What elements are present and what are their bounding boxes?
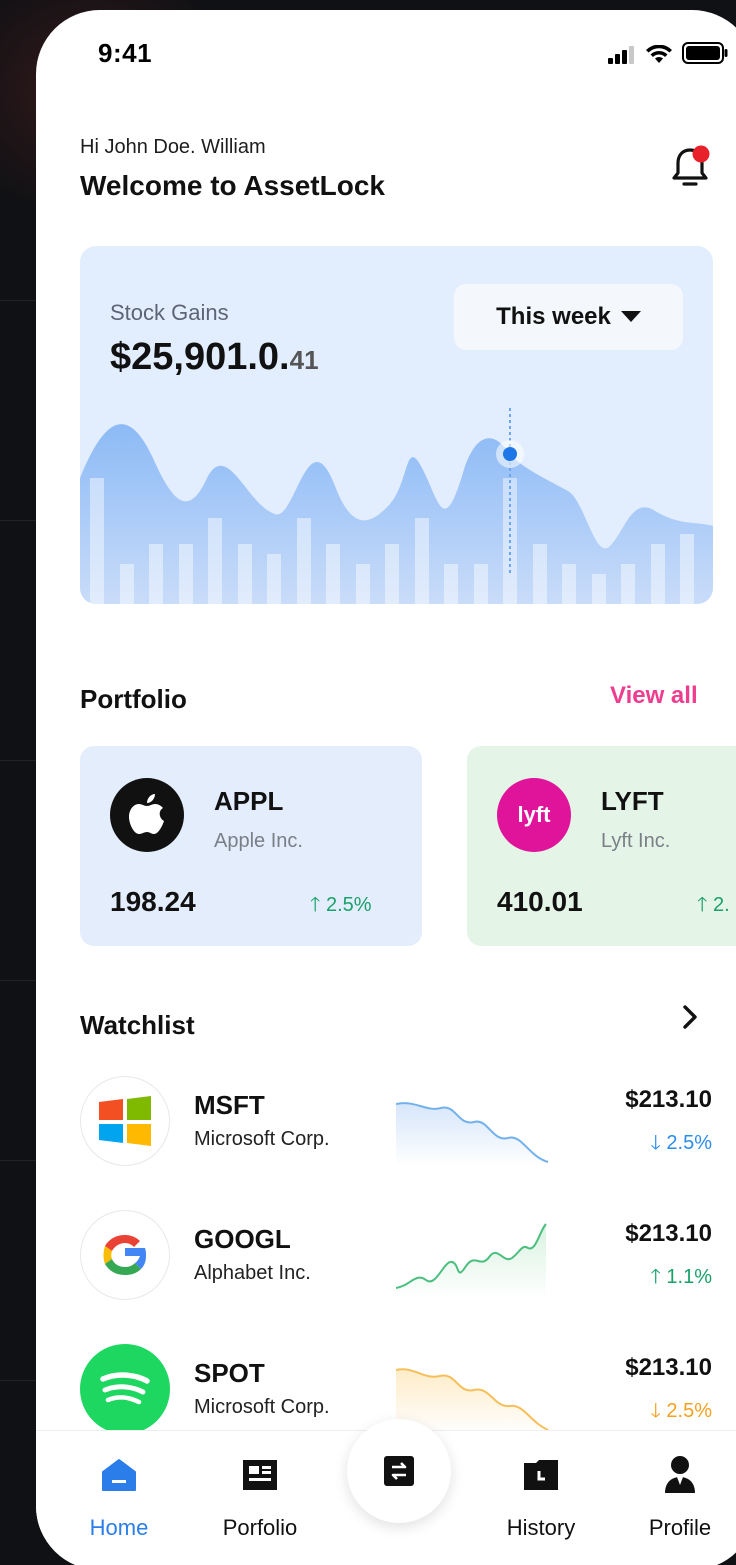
greeting-text: Hi John Doe. William (80, 136, 266, 158)
chevron-right-icon[interactable] (680, 1004, 700, 1030)
nav-history[interactable]: History (486, 1457, 596, 1541)
watchlist-symbol: MSFT (194, 1090, 265, 1120)
bottom-nav: Home Porfolio History Profile (36, 1419, 736, 1565)
portfolio-change: 🡑 2.5% (310, 890, 372, 924)
lyft-logo-icon: lyft (497, 778, 571, 852)
arrow-up-icon: 🡑 (310, 894, 321, 916)
portfolio-price: 410.01 (497, 886, 583, 917)
apple-logo-icon (110, 778, 184, 852)
google-logo-icon (80, 1210, 170, 1300)
phone-screen: 9:41 Hi John Doe. William Welcome to Ass… (36, 10, 736, 1565)
spot-sparkline (396, 1368, 549, 1434)
portfolio-card-lyft[interactable]: lyft LYFT Lyft Inc. 410.01 🡑 2. (467, 746, 736, 946)
watchlist-price: $213.10 (625, 1220, 712, 1247)
watchlist-change: 🡑 1.1% (650, 1262, 712, 1296)
msft-sparkline (396, 1102, 549, 1166)
nav-label: Home (89, 1515, 149, 1540)
nav-label: History (506, 1515, 576, 1540)
watchlist-change: 🡓 2.5% (650, 1396, 712, 1430)
portfolio-symbol: LYFT (601, 786, 664, 816)
arrow-down-icon: 🡓 (650, 1400, 661, 1422)
arrow-down-icon: 🡓 (650, 1132, 661, 1154)
googl-sparkline (396, 1223, 547, 1300)
battery-icon (682, 42, 728, 64)
stock-gains-main: $25,901.0. (110, 336, 290, 378)
status-time: 9:41 (98, 38, 153, 68)
watchlist-price: $213.10 (625, 1354, 712, 1381)
page-title: Welcome to AssetLock (80, 170, 385, 201)
period-dropdown[interactable]: This week (454, 284, 683, 350)
caret-down-icon (620, 311, 641, 322)
watchlist-company: Alphabet Inc. (194, 1262, 311, 1284)
watchlist-change-value: 1.1% (666, 1266, 712, 1288)
portfolio-title: Portfolio (80, 684, 187, 714)
portfolio-change-value: 2. (712, 894, 730, 916)
watchlist-company: Microsoft Corp. (194, 1396, 330, 1418)
arrow-up-icon: 🡑 (697, 894, 708, 916)
watchlist-company: Microsoft Corp. (194, 1128, 330, 1150)
watchlist-symbol: GOOGL (194, 1224, 291, 1254)
nav-profile[interactable]: Profile (625, 1456, 735, 1541)
nav-label: Profile (648, 1515, 712, 1540)
nav-portfolio[interactable]: Porfolio (205, 1457, 315, 1541)
profile-icon (665, 1456, 695, 1493)
spotify-logo-icon (80, 1344, 170, 1434)
watchlist-change: 🡓 2.5% (650, 1128, 712, 1162)
watchlist-symbol: SPOT (194, 1358, 265, 1388)
swap-icon (384, 1456, 414, 1486)
watchlist-row-googl[interactable]: GOOGL Alphabet Inc. $213.10 🡑 1.1% (80, 1210, 712, 1300)
portfolio-symbol: APPL (214, 786, 284, 816)
status-bar: 9:41 (36, 10, 736, 90)
view-all-link[interactable]: View all (610, 682, 698, 710)
watchlist-row-msft[interactable]: MSFT Microsoft Corp. $213.10 🡓 2.5% (80, 1076, 712, 1166)
stock-gains-card: Stock Gains $25,901.0.41 This week (80, 246, 713, 604)
portfolio-card-appl[interactable]: APPL Apple Inc. 198.24 🡑 2.5% (80, 746, 422, 946)
home-icon (102, 1459, 136, 1491)
stock-gains-cents: 41 (289, 345, 319, 375)
history-icon (524, 1460, 558, 1490)
portfolio-price: 198.24 (110, 886, 196, 917)
microsoft-logo-icon (80, 1076, 170, 1166)
portfolio-icon (243, 1460, 277, 1490)
watchlist-title: Watchlist (80, 1010, 195, 1040)
nav-home[interactable]: Home (64, 1457, 174, 1541)
svg-text:lyft: lyft (518, 802, 552, 827)
stock-gains-value: $25,901.0.41 (110, 336, 319, 379)
watchlist-change-value: 2.5% (666, 1132, 712, 1154)
period-label: This week (496, 303, 611, 330)
swap-button[interactable] (347, 1419, 451, 1523)
chart-cursor-dot[interactable] (503, 447, 517, 461)
watchlist-change-value: 2.5% (666, 1400, 712, 1422)
portfolio-company: Lyft Inc. (601, 830, 671, 852)
signal-icon (608, 46, 634, 64)
arrow-up-icon: 🡑 (650, 1266, 661, 1288)
portfolio-change-value: 2.5% (325, 894, 372, 916)
notification-button[interactable] (670, 144, 710, 190)
portfolio-change: 🡑 2. (697, 890, 730, 924)
gains-chart (80, 408, 713, 604)
bell-icon (672, 145, 710, 186)
watchlist-price: $213.10 (625, 1086, 712, 1113)
portfolio-company: Apple Inc. (214, 830, 303, 852)
nav-label: Porfolio (222, 1515, 298, 1540)
stock-gains-label: Stock Gains (110, 300, 229, 325)
wifi-icon (646, 45, 672, 63)
status-icons (608, 42, 728, 64)
